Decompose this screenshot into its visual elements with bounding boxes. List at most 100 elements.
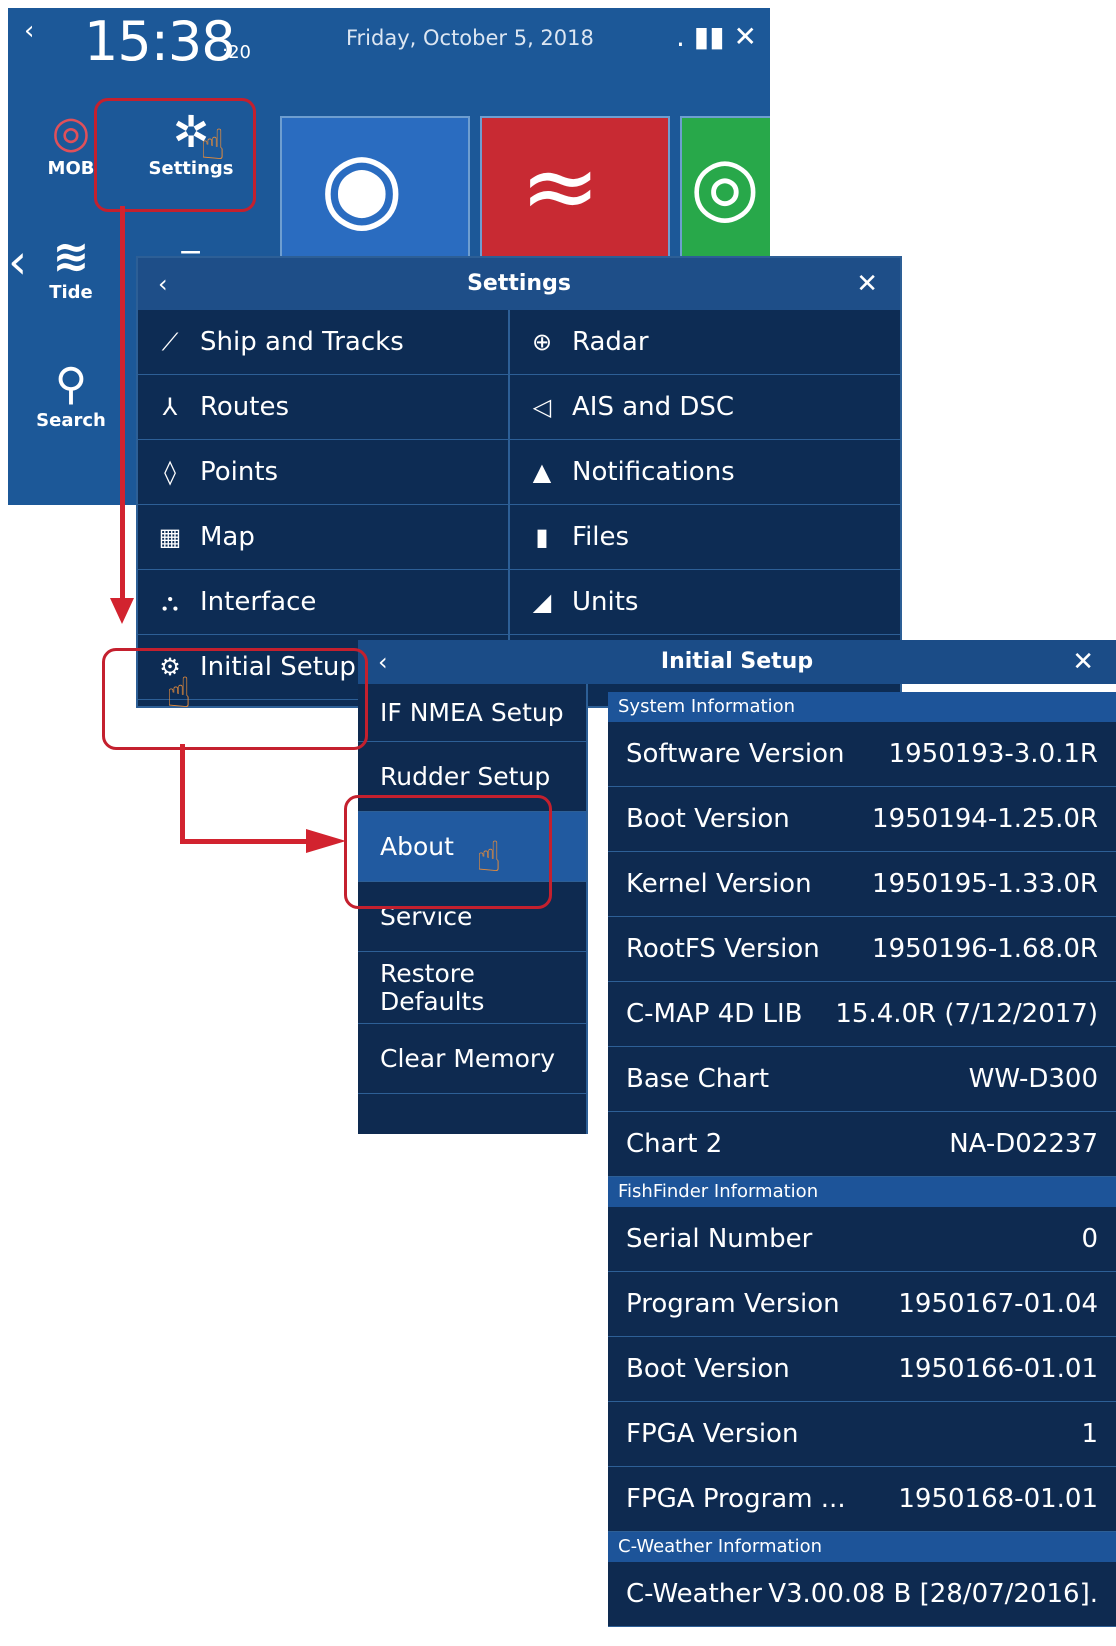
info-row-chart-2: Chart 2 NA-D02237 — [608, 1112, 1116, 1177]
search-label: Search — [36, 410, 106, 431]
settings-item-label: AIS and DSC — [572, 392, 735, 422]
initial-setup-panel: ‹ Initial Setup ✕ IF NMEA Setup Rudder S… — [358, 640, 1116, 1646]
info-value: 1950193-3.0.1R — [888, 739, 1098, 769]
arrow-head-right — [306, 829, 346, 853]
waypoint-icon: ◊ — [164, 458, 176, 486]
info-label: Base Chart — [626, 1064, 770, 1094]
route-icon: ⅄ — [162, 393, 178, 421]
info-row-fpga-program: FPGA Program ... 1950168-01.01 — [608, 1467, 1116, 1532]
menu-item-clear-memory[interactable]: Clear Memory — [358, 1024, 586, 1094]
about-info-list: System Information Software Version 1950… — [608, 692, 1116, 1627]
pointing-hand-icon: ☝ — [200, 120, 226, 169]
back-chevron-icon[interactable]: ‹ — [158, 258, 168, 310]
left-nav-chevron-icon[interactable]: ‹ — [8, 234, 27, 290]
info-value: 1950166-01.01 — [898, 1354, 1098, 1384]
settings-item-routes[interactable]: ⅄ Routes — [138, 375, 510, 440]
info-label: Boot Version — [626, 1354, 790, 1384]
settings-item-label: Points — [200, 457, 279, 487]
info-label: Program Version — [626, 1289, 840, 1319]
close-icon[interactable]: ✕ — [1072, 640, 1094, 684]
initial-setup-menu: IF NMEA Setup Rudder Setup About Service… — [358, 684, 588, 1134]
settings-item-label: Radar — [572, 327, 649, 357]
info-value: 1950167-01.04 — [898, 1289, 1098, 1319]
arrow-line-vertical — [120, 206, 125, 606]
radar-app-tile[interactable]: ◎ — [680, 116, 770, 260]
info-label: Kernel Version — [626, 869, 812, 899]
menu-item-label: Rudder Setup — [380, 762, 551, 791]
back-chevron-icon[interactable]: ‹ — [378, 640, 388, 684]
about-highlight-box — [344, 795, 552, 909]
info-row-ff-boot-version: Boot Version 1950166-01.01 — [608, 1337, 1116, 1402]
settings-item-files[interactable]: ▮ Files — [510, 505, 900, 570]
info-value: 1950194-1.25.0R — [872, 804, 1098, 834]
magnifier-icon: ⚲ — [54, 359, 88, 410]
pointing-hand-icon: ☝ — [476, 832, 502, 881]
initial-setup-title: Initial Setup — [660, 649, 814, 674]
menu-item-label: Clear Memory — [380, 1044, 555, 1073]
info-row-program-version: Program Version 1950167-01.04 — [608, 1272, 1116, 1337]
arrow-line-vertical-2 — [180, 744, 185, 844]
settings-item-notifications[interactable]: ▲ Notifications — [510, 440, 900, 505]
info-label: RootFS Version — [626, 934, 820, 964]
info-label: Chart 2 — [626, 1129, 723, 1159]
settings-item-points[interactable]: ◊ Points — [138, 440, 510, 505]
menu-item-if-nmea-setup[interactable]: IF NMEA Setup — [358, 684, 586, 742]
info-row-boot-version: Boot Version 1950194-1.25.0R — [608, 787, 1116, 852]
settings-item-label: Interface — [200, 587, 317, 617]
warning-icon: ▲ — [532, 458, 552, 486]
menu-item-label: IF NMEA Setup — [380, 697, 564, 727]
info-value: V3.00.08 B [28/07/2016]. — [768, 1579, 1098, 1609]
globe-pin-icon: ◉ — [320, 130, 404, 242]
arrow-head-down — [110, 598, 134, 624]
file-icon: ▮ — [535, 523, 549, 551]
radar-icon: ◎ — [690, 139, 760, 232]
arrow-line-horizontal — [180, 839, 310, 844]
sonar-fish-icon: ≈ — [520, 130, 601, 242]
info-value: NA-D02237 — [949, 1129, 1098, 1159]
settings-item-label: Units — [572, 587, 639, 617]
pointing-hand-icon: ☝ — [166, 668, 192, 717]
fishfinder-app-tile[interactable]: ≈ — [480, 116, 670, 260]
close-icon[interactable]: ✕ — [856, 258, 878, 310]
tide-label: Tide — [49, 282, 93, 303]
settings-highlight-box — [94, 98, 256, 212]
section-header: FishFinder Information — [608, 1177, 1116, 1207]
initial-setup-header: ‹ Initial Setup ✕ — [358, 640, 1116, 684]
clock-seconds: :20 — [222, 42, 251, 63]
info-label: Boot Version — [626, 804, 790, 834]
waves-icon: ≋ — [52, 231, 90, 282]
info-value: 1950195-1.33.0R — [872, 869, 1098, 899]
settings-item-units[interactable]: ◢ Units — [510, 570, 900, 635]
settings-item-interface[interactable]: ⛬ Interface — [138, 570, 510, 635]
info-row-fpga-version: FPGA Version 1 — [608, 1402, 1116, 1467]
menu-item-restore-defaults[interactable]: Restore Defaults — [358, 952, 586, 1024]
initial-setup-highlight-box — [102, 648, 368, 750]
info-row-c-weather: C-Weather V3.00.08 B [28/07/2016]. — [608, 1562, 1116, 1627]
settings-item-label: Routes — [200, 392, 290, 422]
back-chevron-icon[interactable]: ‹ — [24, 16, 34, 46]
info-value: 15.4.0R (7/12/2017) — [835, 999, 1098, 1029]
radar-icon: ⊕ — [531, 328, 553, 356]
info-label: Serial Number — [626, 1224, 813, 1254]
settings-title: Settings — [467, 271, 571, 296]
info-row-base-chart: Base Chart WW-D300 — [608, 1047, 1116, 1112]
clock-time: 15:38 — [84, 10, 236, 73]
info-label: FPGA Version — [626, 1419, 799, 1449]
map-icon: ▦ — [158, 523, 182, 551]
search-button[interactable]: ⚲ Search — [26, 359, 116, 432]
settings-item-label: Notifications — [572, 457, 735, 487]
settings-item-ais-and-dsc[interactable]: ◁ AIS and DSC — [510, 375, 900, 440]
section-header: C-Weather Information — [608, 1532, 1116, 1562]
chart-app-tile[interactable]: ◉ — [280, 116, 470, 260]
network-icon: ⛬ — [161, 588, 179, 616]
info-value: WW-D300 — [968, 1064, 1098, 1094]
settings-item-map[interactable]: ▦ Map — [138, 505, 510, 570]
info-row-software-version: Software Version 1950193-3.0.1R — [608, 722, 1116, 787]
info-value: 1 — [1081, 1419, 1098, 1449]
ais-icon: ◁ — [532, 393, 552, 421]
tide-button[interactable]: ≋ Tide — [26, 231, 116, 304]
settings-item-ship-and-tracks[interactable]: ⟋ Ship and Tracks — [138, 310, 510, 375]
settings-item-radar[interactable]: ⊕ Radar — [510, 310, 900, 375]
section-header: System Information — [608, 692, 1116, 722]
date-label: Friday, October 5, 2018 — [346, 26, 594, 50]
